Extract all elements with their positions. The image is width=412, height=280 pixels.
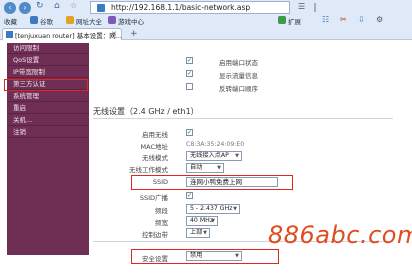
menu-icon[interactable]: ☰	[298, 2, 305, 11]
security-label: 安全设置	[142, 255, 168, 263]
wireless-mode-label: 无线模式	[142, 154, 168, 162]
page-favicon-icon	[97, 4, 105, 12]
game-center-icon	[108, 16, 116, 24]
enable-wireless-label: 启用无线	[142, 131, 168, 139]
mac-value: C8:3A:35:24:09:E0	[186, 141, 245, 148]
extensions-icon	[278, 16, 286, 24]
enable-wireless-checkbox[interactable]: ✓	[186, 129, 193, 136]
chevron-down-icon: ▼	[235, 253, 239, 259]
chevron-down-icon: ▼	[217, 165, 221, 171]
mac-label: MAC地址	[140, 143, 168, 151]
option-label-reverse-ports: 反转端口顺序	[219, 85, 258, 93]
security-select[interactable]: 禁用 ▼	[186, 251, 242, 261]
chevron-down-icon: ▼	[211, 218, 215, 224]
sidebar-item-ip-bandwidth[interactable]: IP带宽限制	[7, 67, 89, 78]
site-nav-icon	[66, 16, 74, 24]
ssid-broadcast-label: SSID广播	[139, 194, 168, 202]
section-divider	[93, 118, 393, 119]
sidebar-item-shutdown[interactable]: 关机...	[7, 115, 89, 126]
extensions-button[interactable]: 扩展	[288, 16, 301, 26]
bookmark-favorites[interactable]: 收藏	[4, 16, 17, 26]
browser-tab[interactable]: [tenjuxuan router] 基本设置：网... ✕	[2, 28, 122, 40]
translate-icon[interactable]: ☷	[322, 15, 329, 24]
toolbar-divider	[314, 3, 316, 12]
reverse-ports-checkbox[interactable]	[186, 83, 193, 90]
refresh-icon[interactable]: ↻	[36, 1, 44, 11]
bookmark-site-nav[interactable]: 网址大全	[76, 16, 102, 26]
network-mode-select[interactable]: 自动 ▼	[186, 163, 224, 173]
sidebar-item-logout[interactable]: 注销	[7, 127, 89, 138]
site-watermark: 886abc.com	[268, 221, 412, 249]
screenshot-icon[interactable]: ✂	[340, 15, 347, 24]
address-bar[interactable]: http://192.168.1.1/basic-network.asp	[90, 1, 290, 14]
channel-select[interactable]: 5 - 2.437 GHz ▼	[186, 204, 240, 214]
new-tab-icon[interactable]: +	[130, 29, 138, 39]
channel-label: 频段	[155, 207, 168, 215]
router-sidebar: 访问限制 QoS设置 IP带宽限制 第三方认证 系统管理 重启 关机... 注销	[7, 43, 89, 255]
forward-icon[interactable]: ›	[19, 2, 31, 14]
settings-icon[interactable]: ⚙	[376, 15, 383, 24]
tab-favicon-icon	[6, 31, 13, 38]
sideband-select[interactable]: 上部 ▼	[186, 228, 210, 238]
ssid-label: SSID	[152, 178, 168, 186]
sideband-label: 控制边带	[142, 231, 168, 239]
port-status-checkbox[interactable]: ✓	[186, 57, 193, 64]
tab-title: [tenjuxuan router] 基本设置：网...	[15, 32, 122, 40]
home-icon[interactable]: ⌂	[54, 1, 60, 11]
ssid-input[interactable]: 连网小鸭免费上网	[186, 177, 278, 187]
chevron-down-icon: ▼	[233, 206, 237, 212]
width-select[interactable]: 40 MHz ▼	[186, 216, 218, 226]
download-icon[interactable]: ⇩	[358, 15, 365, 24]
width-label: 频宽	[155, 219, 168, 227]
address-url: http://192.168.1.1/basic-network.asp	[111, 3, 251, 12]
ssid-broadcast-checkbox[interactable]: ✓	[186, 192, 193, 199]
wireless-mode-select[interactable]: 无线接入点AP ▼	[186, 151, 242, 161]
back-icon[interactable]: ‹	[4, 2, 16, 14]
chevron-down-icon: ▼	[203, 230, 207, 236]
sidebar-item-access-restriction[interactable]: 访问限制	[7, 43, 89, 54]
third-party-auth-highlight	[4, 79, 88, 91]
favorite-star-icon[interactable]: ☆	[70, 1, 77, 10]
tab-close-icon[interactable]: ✕	[111, 30, 117, 38]
network-mode-label: 无线工作模式	[129, 166, 168, 174]
sidebar-item-qos[interactable]: QoS设置	[7, 55, 89, 66]
sidebar-item-reboot[interactable]: 重启	[7, 103, 89, 114]
wireless-section-title: 无线设置（2.4 GHz / eth1）	[93, 107, 199, 116]
option-label-traffic-info: 显示流量信息	[219, 72, 258, 80]
option-label-port-status: 启用端口状态	[219, 59, 258, 67]
bookmark-game-center[interactable]: 游戏中心	[118, 16, 144, 26]
chevron-down-icon: ▼	[235, 153, 239, 159]
traffic-info-checkbox[interactable]: ✓	[186, 70, 193, 77]
bookmark-google[interactable]: 谷歌	[40, 16, 53, 26]
google-icon	[30, 16, 38, 24]
sidebar-item-system-admin[interactable]: 系统管理	[7, 91, 89, 102]
browser-toolbar: ‹ › ↻ ⌂ ☆ http://192.168.1.1/basic-netwo…	[0, 0, 412, 40]
